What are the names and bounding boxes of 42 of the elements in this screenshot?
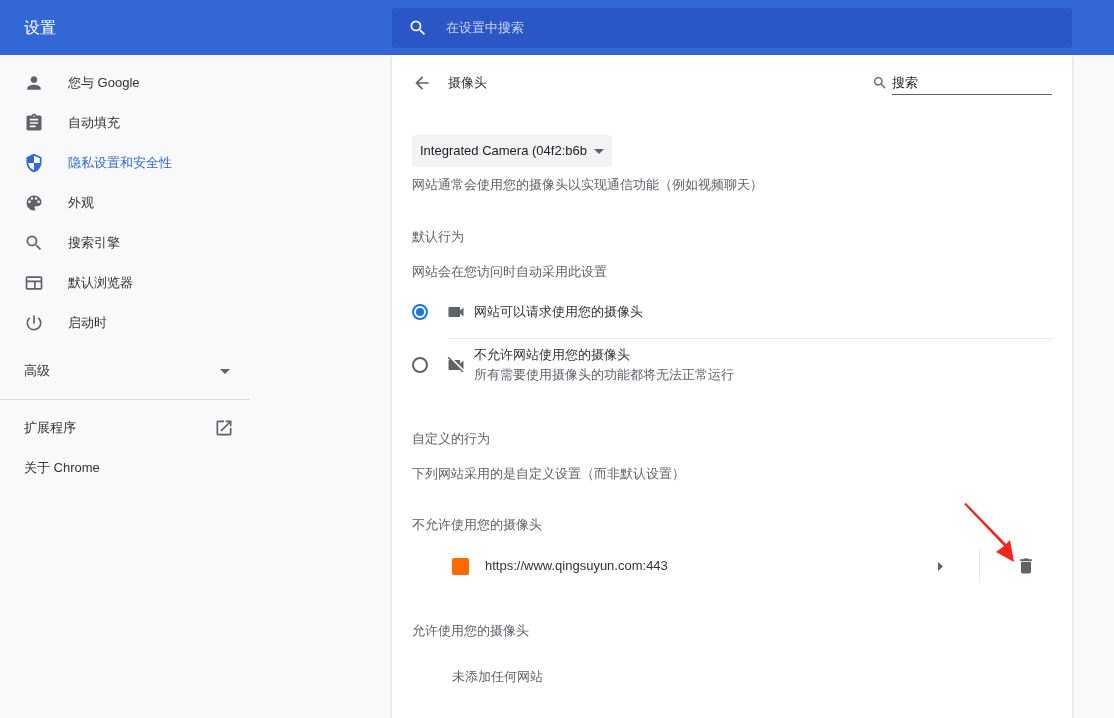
list-heading: 允许使用您的摄像头 xyxy=(412,622,530,640)
caret-icon xyxy=(594,148,604,154)
site-favicon xyxy=(452,557,469,575)
settings-search-field[interactable]: 在设置中搜索 xyxy=(392,7,1072,48)
video-camera-off-icon xyxy=(446,354,466,375)
expand-arrow-icon[interactable] xyxy=(938,561,943,571)
app-title: 设置 xyxy=(23,17,57,38)
sidebar-item[interactable]: 默认浏览器 xyxy=(0,263,250,303)
section-heading: 默认行为 xyxy=(412,227,465,246)
list-heading: 不允许使用您的摄像头 xyxy=(412,515,543,534)
caret-icon xyxy=(220,368,230,374)
clipboard-icon xyxy=(24,113,44,133)
power-icon xyxy=(24,313,44,333)
advanced-section-toggle[interactable]: 高级 xyxy=(0,351,250,391)
option-description: 所有需要使用摄像头的功能都将无法正常运行 xyxy=(474,365,734,384)
shield-icon xyxy=(24,153,44,173)
search-icon xyxy=(872,75,888,91)
option-label: 不允许网站使用您的摄像头 xyxy=(474,346,631,364)
sidebar-item[interactable]: 您与 Google xyxy=(0,63,250,103)
page-title: 摄像头 xyxy=(448,74,487,93)
radio-button[interactable] xyxy=(412,356,428,373)
section-subtitle: 下列网站采用的是自定义设置（而非默认设置） xyxy=(412,465,686,483)
browser-window-icon xyxy=(24,273,44,293)
sidebar-link[interactable]: 关于 Chrome xyxy=(0,448,250,488)
sidebar-item[interactable]: 隐私设置和安全性 xyxy=(0,143,250,183)
section-heading: 自定义的行为 xyxy=(412,429,491,448)
sidebar-item[interactable]: 搜索引擎 xyxy=(0,223,250,263)
site-url[interactable]: https://www.qingsuyun.com:443 xyxy=(485,556,668,576)
search-icon xyxy=(24,233,44,253)
camera-dropdown[interactable]: Integrated Camera (04f2:b6b xyxy=(412,135,612,167)
empty-list-text: 未添加任何网站 xyxy=(452,667,544,686)
section-subtitle: 网站会在您访问时自动采用此设置 xyxy=(412,263,608,281)
sidebar-item[interactable]: 自动填充 xyxy=(0,103,250,143)
sidebar-item[interactable]: 启动时 xyxy=(0,303,250,343)
palette-icon xyxy=(24,193,44,213)
option-label: 网站可以请求使用您的摄像头 xyxy=(474,302,643,321)
sidebar-link[interactable]: 扩展程序 xyxy=(0,408,250,448)
description-text: 网站通常会使用您的摄像头以实现通信功能（例如视频聊天） xyxy=(412,176,764,194)
external-link-icon xyxy=(214,418,234,438)
sidebar-item[interactable]: 外观 xyxy=(0,183,250,223)
radio-button[interactable] xyxy=(412,303,428,320)
search-input[interactable]: 在设置中搜索 xyxy=(444,16,1056,39)
